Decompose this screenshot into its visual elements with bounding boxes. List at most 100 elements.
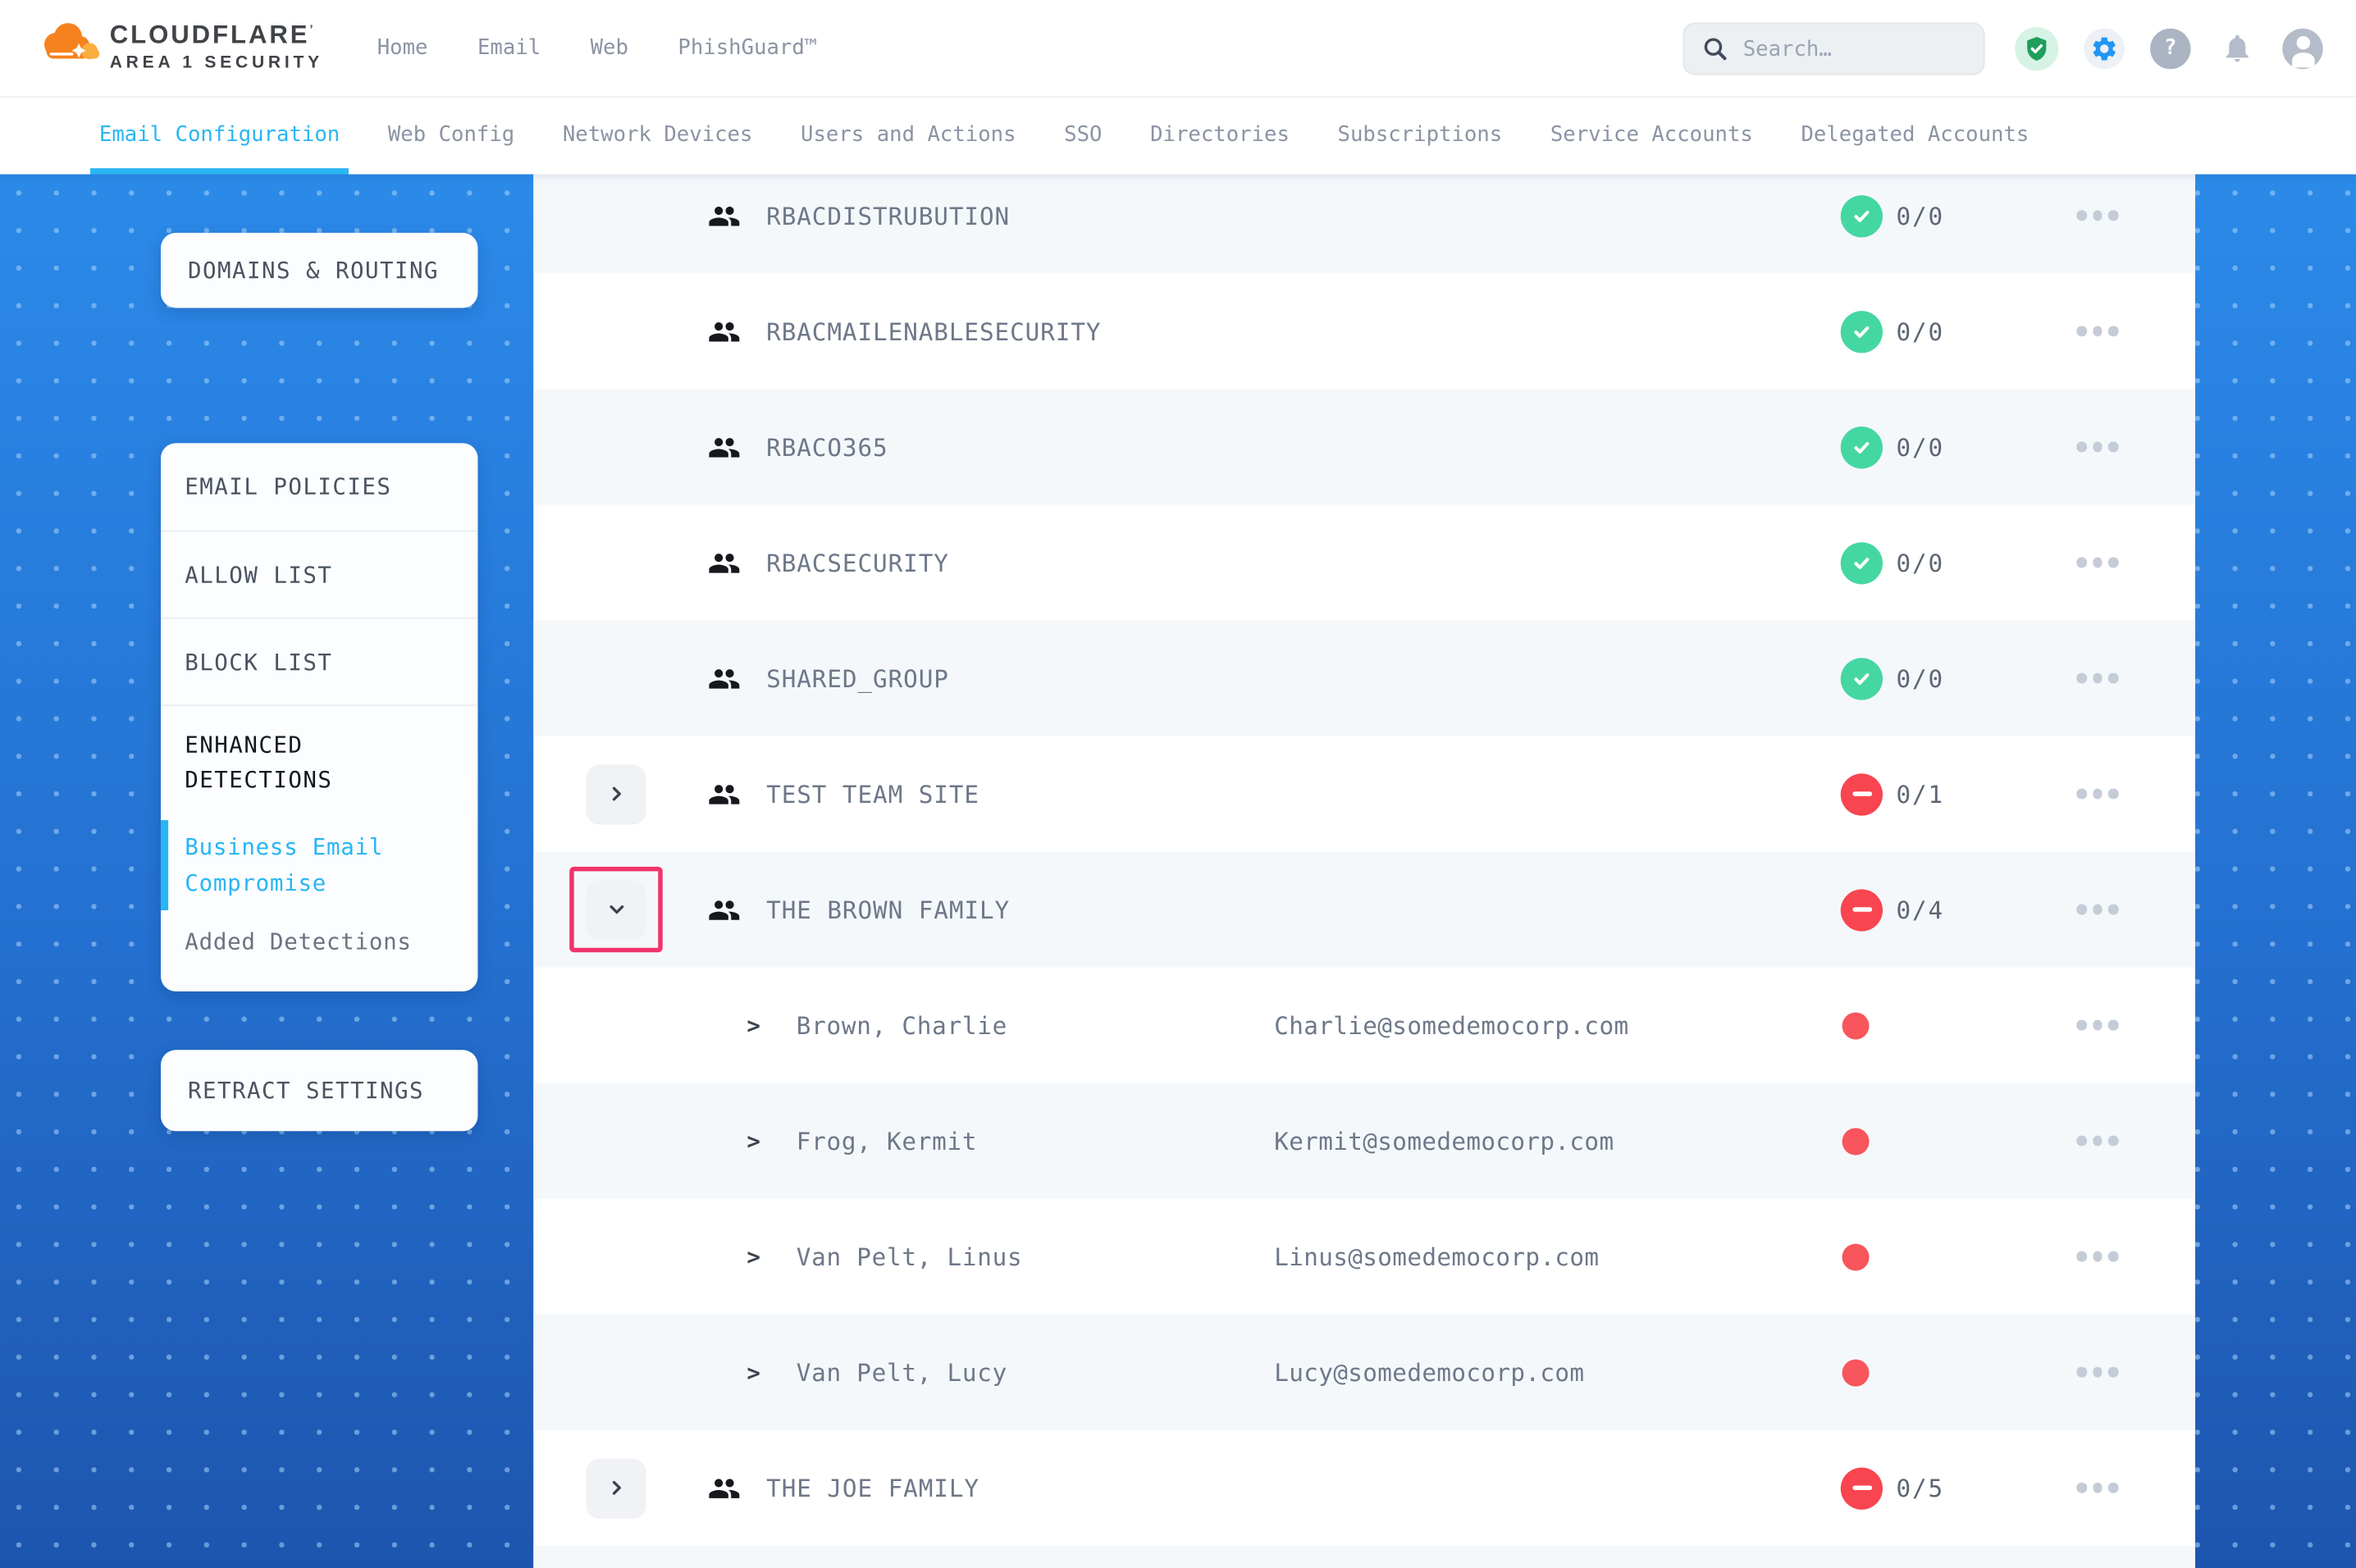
- notifications-bell-icon[interactable]: [2217, 28, 2257, 68]
- tab-web-config[interactable]: Web Config: [388, 96, 514, 174]
- groups-panel: RBACDISTRUBUTION 0/0 RBACMAILENABLESECUR…: [533, 174, 2195, 1568]
- tab-subscriptions[interactable]: Subscriptions: [1338, 96, 1503, 174]
- search-box[interactable]: [1683, 22, 1984, 75]
- group-row[interactable]: RBACDISTRUBUTION 0/0: [533, 174, 2195, 273]
- shield-check-icon[interactable]: [2015, 26, 2058, 70]
- top-header: CLOUDFLARE’ AREA 1 SECURITY Home Email Web…: [0, 0, 2356, 96]
- member-chevron-icon[interactable]: >: [747, 1243, 760, 1270]
- row-menu-button[interactable]: [2067, 1238, 2127, 1274]
- top-nav-item[interactable]: PhishGuard™: [678, 36, 817, 60]
- search-icon: [1702, 36, 1728, 62]
- top-nav: Home Email Web PhishGuard™: [377, 0, 817, 96]
- tab-network-devices[interactable]: Network Devices: [563, 96, 753, 174]
- group-row[interactable]: RBACMAILENABLESECURITY 0/0: [533, 273, 2195, 389]
- group-row[interactable]: RBACSECURITY 0/0: [533, 504, 2195, 620]
- expand-toggle-button[interactable]: [586, 1458, 646, 1518]
- top-nav-item[interactable]: Email: [477, 36, 541, 60]
- group-row[interactable]: THE BROWN FAMILY 0/4: [533, 852, 2195, 968]
- group-row[interactable]: THE JOE FAMILY 0/5: [533, 1430, 2195, 1546]
- member-count: 0/5: [1897, 1474, 1944, 1502]
- member-row[interactable]: > Van Pelt, Lucy Lucy@somedemocorp.com: [533, 1315, 2195, 1430]
- chevron-right-icon: [608, 1479, 624, 1496]
- row-menu-button[interactable]: [2067, 776, 2127, 812]
- group-row[interactable]: RBACO365 0/0: [533, 389, 2195, 504]
- group-people-icon: [708, 1471, 741, 1504]
- sidebar-item-label: DOMAINS & ROUTING: [188, 257, 439, 284]
- sidebar-item-block-list[interactable]: BLOCK LIST: [161, 618, 477, 704]
- member-name: Brown, Charlie: [797, 1011, 1007, 1040]
- row-menu-button[interactable]: [2067, 1354, 2127, 1390]
- member-count: 0/0: [1897, 664, 1944, 693]
- tab-users-and-actions[interactable]: Users and Actions: [801, 96, 1016, 174]
- group-people-icon: [708, 662, 741, 695]
- sidebar-item-domains-routing[interactable]: DOMAINS & ROUTING: [161, 233, 477, 308]
- status-badge: [1841, 194, 1883, 236]
- row-menu-button[interactable]: [2067, 1470, 2127, 1506]
- expand-toggle-button[interactable]: [586, 763, 646, 823]
- member-chevron-icon[interactable]: >: [747, 1012, 760, 1039]
- row-menu-button[interactable]: [2067, 429, 2127, 465]
- sidebar-item-enhanced-detections[interactable]: ENHANCED DETECTIONS: [161, 704, 477, 816]
- sidebar-item-email-policies[interactable]: EMAIL POLICIES: [161, 443, 477, 530]
- row-menu-button[interactable]: [2067, 660, 2127, 696]
- row-menu-button[interactable]: [2067, 1123, 2127, 1159]
- sidebar-item-retract-settings[interactable]: RETRACT SETTINGS: [161, 1050, 477, 1131]
- sidebar-policies-card: EMAIL POLICIESALLOW LISTBLOCK LISTENHANC…: [161, 443, 477, 991]
- member-row[interactable]: > Frog, Kermit Kermit@somedemocorp.com: [533, 1083, 2195, 1199]
- sidebar-item-label: RETRACT SETTINGS: [188, 1077, 424, 1104]
- row-menu-button[interactable]: [2067, 891, 2127, 928]
- member-count: 0/0: [1897, 433, 1944, 462]
- member-row[interactable]: > Van Pelt, Linus Linus@somedemocorp.com: [533, 1199, 2195, 1315]
- status-dot: [1842, 1128, 1870, 1155]
- tab-directories[interactable]: Directories: [1150, 96, 1290, 174]
- row-menu-button[interactable]: [2067, 313, 2127, 349]
- header-status-icons: ?: [2015, 0, 2322, 96]
- member-chevron-icon[interactable]: >: [747, 1128, 760, 1155]
- check-icon: [1851, 321, 1873, 342]
- member-chevron-icon[interactable]: >: [747, 1359, 760, 1386]
- top-nav-item[interactable]: Home: [377, 36, 428, 60]
- chevron-right-icon: [608, 901, 624, 918]
- tab-email-configuration[interactable]: Email Configuration: [99, 96, 340, 174]
- account-avatar-icon[interactable]: [2282, 28, 2322, 68]
- app-window: CLOUDFLARE’ AREA 1 SECURITY Home Email Web…: [0, 0, 2356, 1568]
- group-people-icon: [708, 199, 741, 232]
- sidebar-item-added-detections[interactable]: Added Detections: [161, 913, 477, 973]
- row-menu-button[interactable]: [2067, 198, 2127, 234]
- group-row[interactable]: TEST TEAM SITE 0/1: [533, 736, 2195, 851]
- brand-title: CLOUDFLARE’: [110, 12, 323, 54]
- row-menu-button[interactable]: [2067, 1007, 2127, 1043]
- status-dot: [1842, 1012, 1870, 1039]
- status-badge: [1841, 1467, 1883, 1509]
- help-icon[interactable]: ?: [2150, 28, 2190, 68]
- member-email: Charlie@somedemocorp.com: [1274, 1011, 1628, 1040]
- sidebar-item-business-email-compromise[interactable]: Business Email Compromise: [161, 816, 477, 912]
- group-name: TEST TEAM SITE: [766, 780, 979, 809]
- group-name: THE BROWN FAMILY: [766, 896, 1010, 924]
- group-people-icon: [708, 431, 741, 463]
- group-name: RBACO365: [766, 433, 888, 462]
- row-menu-button[interactable]: [2067, 545, 2127, 581]
- member-count: 0/0: [1897, 317, 1944, 345]
- status-dot: [1842, 1243, 1870, 1270]
- tab-service-accounts[interactable]: Service Accounts: [1550, 96, 1753, 174]
- tab-delegated-accounts[interactable]: Delegated Accounts: [1801, 96, 2029, 174]
- settings-gear-icon[interactable]: [2084, 28, 2124, 68]
- top-nav-item[interactable]: Web: [591, 36, 628, 60]
- status-badge: [1841, 657, 1883, 699]
- cloudflare-logo[interactable]: CLOUDFLARE’ AREA 1 SECURITY: [34, 12, 323, 73]
- member-count: 0/0: [1897, 549, 1944, 577]
- expand-toggle-button[interactable]: [586, 879, 646, 939]
- sidebar: DOMAINS & ROUTING EMAIL POLICIESALLOW LI…: [161, 233, 477, 1131]
- status-badge: [1841, 426, 1883, 467]
- sidebar-item-allow-list[interactable]: ALLOW LIST: [161, 531, 477, 618]
- group-people-icon: [708, 315, 741, 348]
- member-email: Lucy@somedemocorp.com: [1274, 1358, 1584, 1387]
- group-people-icon: [708, 777, 741, 810]
- cloudflare-cloud-icon: [34, 18, 103, 69]
- tab-sso[interactable]: SSO: [1064, 96, 1102, 174]
- group-row[interactable]: SHARED_GROUP 0/0: [533, 620, 2195, 736]
- minus-icon: [1851, 791, 1871, 796]
- member-row[interactable]: > Brown, Charlie Charlie@somedemocorp.co…: [533, 968, 2195, 1083]
- search-input[interactable]: [1743, 37, 1953, 61]
